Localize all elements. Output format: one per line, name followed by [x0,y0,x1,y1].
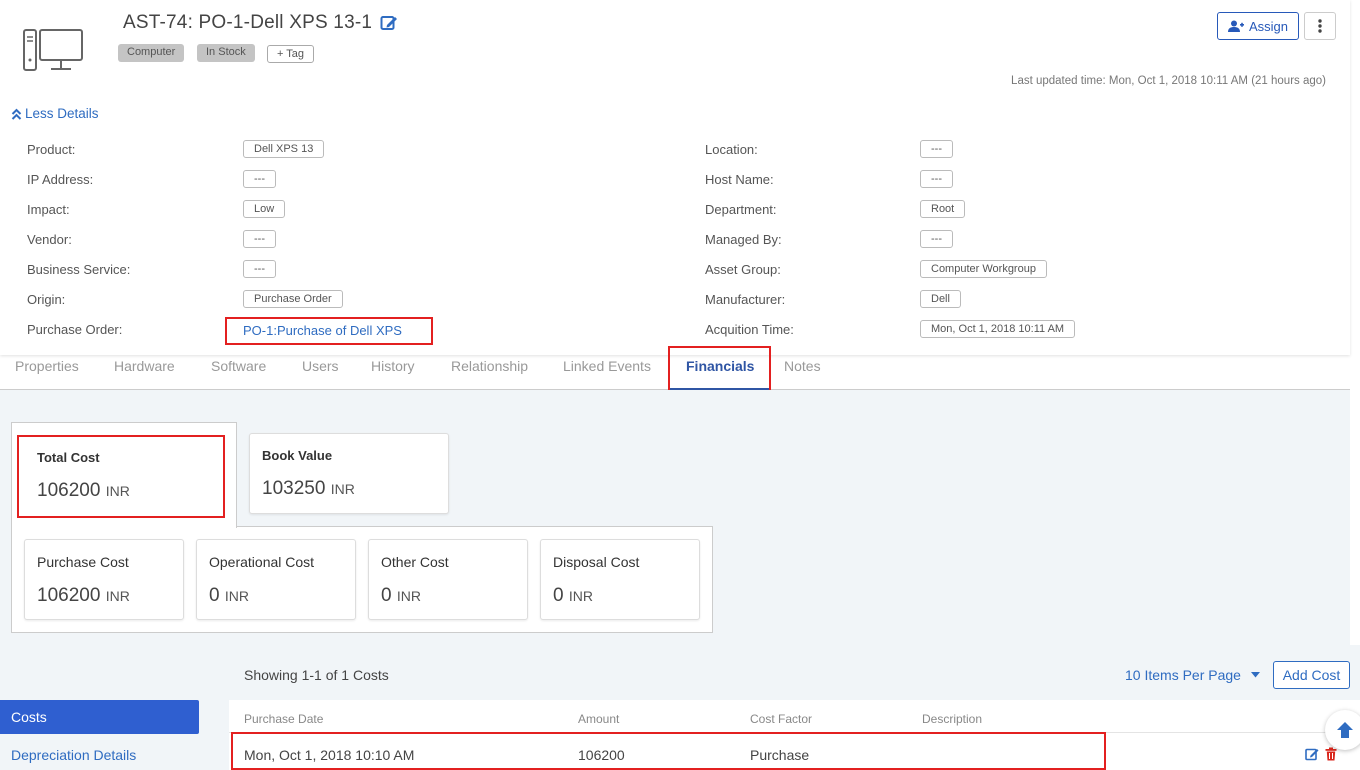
results-count: Showing 1-1 of 1 Costs [244,667,389,683]
prop-label-ip-address: IP Address: [27,172,94,187]
column-header-description[interactable]: Description [922,712,982,726]
prop-label-business-service: Business Service: [27,262,131,277]
prop-label-impact: Impact: [27,202,70,217]
disposal-cost-amount: 0 INR [553,585,593,607]
operational-cost-card: Operational Cost 0 INR [196,539,356,620]
purchase-order-link[interactable]: PO-1:Purchase of Dell XPS [225,317,433,345]
edit-icon[interactable] [1305,747,1319,761]
prop-value-asset-group: Computer Workgroup [920,260,1047,278]
prop-value-business-service: --- [243,260,276,278]
prop-label-asset-group: Asset Group: [705,262,781,277]
operational-cost-title: Operational Cost [209,554,315,570]
prop-value-product: Dell XPS 13 [243,140,325,158]
highlight-box-cost-row [231,732,1106,770]
add-tag-button[interactable]: + Tag [267,45,315,63]
purchase-cost-title: Purchase Cost [37,554,129,570]
prop-label-product: Product: [27,142,76,157]
disposal-cost-currency: INR [568,588,593,604]
book-value-value: 103250 [262,478,326,499]
asset-header: AST-74: PO-1-Dell XPS 13-1 Computer In S… [0,0,1350,355]
tab-properties[interactable]: Properties [15,358,79,374]
items-per-page-label: 10 Items Per Page [1125,667,1241,683]
disposal-cost-value: 0 [553,585,564,606]
prop-value-host-name: --- [920,170,953,188]
disposal-cost-title: Disposal Cost [553,554,640,570]
other-cost-title: Other Cost [381,554,449,570]
last-updated-text: Last updated time: Mon, Oct 1, 2018 10:1… [1011,75,1326,87]
trash-icon[interactable] [1325,747,1337,761]
less-details-toggle[interactable]: Less Details [11,106,99,121]
other-cost-value: 0 [381,585,392,606]
assign-label: Assign [1248,18,1289,34]
sidebar-item-depreciation-details[interactable]: Depreciation Details [11,747,136,763]
prop-label-acquisition-time: Acquition Time: [705,322,794,337]
other-cost-currency: INR [396,588,421,604]
book-value-amount: 103250 INR [262,478,355,500]
prop-label-managed-by: Managed By: [705,232,782,247]
computer-icon [23,29,83,71]
tab-history[interactable]: History [371,358,415,374]
prop-value-managed-by: --- [920,230,953,248]
prop-label-location: Location: [705,142,758,157]
chevron-double-up-icon [11,108,22,120]
prop-label-purchase-order: Purchase Order: [27,322,123,337]
prop-value-department: Root [920,200,966,218]
prop-label-host-name: Host Name: [705,172,774,187]
column-header-amount[interactable]: Amount [578,712,619,726]
operational-cost-amount: 0 INR [209,585,249,607]
prop-value-acquisition-time: Mon, Oct 1, 2018 10:11 AM [920,320,1076,338]
column-header-cost-factor[interactable]: Cost Factor [750,712,812,726]
purchase-cost-currency: INR [105,588,130,604]
tab-join-cover [12,524,236,528]
prop-value-location: --- [920,140,953,158]
purchase-cost-amount: 106200 INR [37,585,130,607]
prop-value-origin: Purchase Order [243,290,343,308]
tab-users[interactable]: Users [302,358,339,374]
sidebar-item-costs[interactable]: Costs [0,700,199,734]
arrow-up-icon [1337,722,1353,738]
tab-hardware[interactable]: Hardware [114,358,175,374]
edit-icon[interactable] [380,14,398,32]
column-header-purchase-date[interactable]: Purchase Date [244,712,323,726]
highlight-box-financials-tab [668,346,771,392]
prop-value-ip-address: --- [243,170,276,188]
prop-label-manufacturer: Manufacturer: [705,292,786,307]
operational-cost-currency: INR [224,588,249,604]
tab-linked-events[interactable]: Linked Events [563,358,651,374]
other-cost-amount: 0 INR [381,585,421,607]
tag-status: In Stock [197,44,255,62]
kebab-icon [1318,19,1322,33]
caret-down-icon [1250,672,1260,678]
book-value-title: Book Value [262,448,333,463]
tab-relationship[interactable]: Relationship [451,358,528,374]
more-options-button[interactable] [1304,12,1336,40]
asset-title: AST-74: PO-1-Dell XPS 13-1 [123,12,373,33]
tab-software[interactable]: Software [211,358,266,374]
add-cost-button[interactable]: Add Cost [1273,661,1350,689]
items-per-page-dropdown[interactable]: 10 Items Per Page [1125,667,1260,683]
user-plus-icon [1227,20,1244,32]
row-actions [1305,747,1337,761]
prop-value-manufacturer: Dell [920,290,961,308]
tag-type: Computer [118,44,185,62]
less-details-label: Less Details [25,106,99,121]
disposal-cost-card: Disposal Cost 0 INR [540,539,700,620]
scroll-to-top-button[interactable] [1325,710,1360,750]
highlight-box-total-cost [17,435,225,518]
assign-button[interactable]: Assign [1217,12,1299,40]
prop-label-vendor: Vendor: [27,232,72,247]
purchase-cost-value: 106200 [37,585,101,606]
book-value-currency: INR [330,481,355,497]
prop-label-department: Department: [705,202,777,217]
prop-label-origin: Origin: [27,292,66,307]
prop-value-vendor: --- [243,230,276,248]
book-value-card[interactable]: Book Value 103250 INR [249,433,449,514]
other-cost-card: Other Cost 0 INR [368,539,528,620]
prop-value-impact: Low [243,200,286,218]
purchase-cost-card: Purchase Cost 106200 INR [24,539,184,620]
operational-cost-value: 0 [209,585,220,606]
tab-notes[interactable]: Notes [784,358,821,374]
